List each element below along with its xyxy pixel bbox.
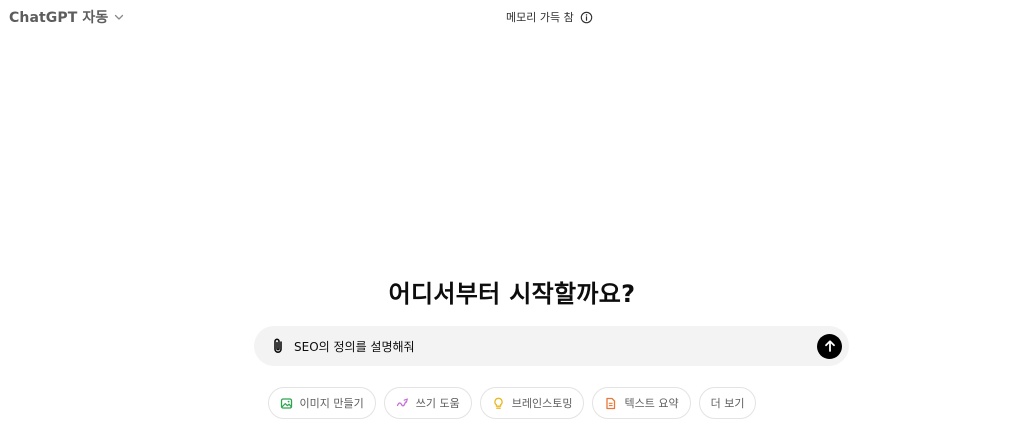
send-button[interactable] xyxy=(817,333,842,359)
lightbulb-icon xyxy=(492,397,505,410)
info-icon[interactable] xyxy=(580,11,593,24)
arrow-up-icon xyxy=(824,340,835,352)
suggestion-more[interactable]: 더 보기 xyxy=(698,387,757,419)
attach-button[interactable] xyxy=(267,335,289,357)
model-name: ChatGPT 자동 xyxy=(9,10,109,26)
page-title: 어디서부터 시작할까요? xyxy=(388,280,636,308)
suggestion-summarize-text[interactable]: 텍스트 요약 xyxy=(592,387,691,419)
suggestion-label: 텍스트 요약 xyxy=(624,397,679,410)
suggestion-help-write[interactable]: 쓰기 도움 xyxy=(383,387,472,419)
composer xyxy=(254,326,849,366)
chevron-down-icon xyxy=(113,11,125,23)
memory-status: 메모리 가득 참 xyxy=(506,9,593,25)
suggestion-brainstorm[interactable]: 브레인스토밍 xyxy=(479,387,585,419)
suggestion-label: 더 보기 xyxy=(710,397,745,410)
document-icon xyxy=(604,397,617,410)
suggestion-label: 이미지 만들기 xyxy=(299,397,364,410)
memory-status-text: 메모리 가득 참 xyxy=(506,11,574,24)
suggestion-create-image[interactable]: 이미지 만들기 xyxy=(267,387,376,419)
suggestion-chips: 이미지 만들기 쓰기 도움 브레인스토밍 텍스트 요약 더 보기 xyxy=(0,387,1024,419)
prompt-input[interactable] xyxy=(294,336,817,356)
image-icon xyxy=(280,397,293,410)
suggestion-label: 브레인스토밍 xyxy=(511,397,573,410)
chat-home: ChatGPT 자동 메모리 가득 참 어디서부터 시작할까요? SEO의 정의… xyxy=(0,0,1024,447)
suggestion-label: 쓰기 도움 xyxy=(415,397,460,410)
paperclip-icon xyxy=(274,338,282,353)
pen-icon xyxy=(396,397,409,410)
model-switcher[interactable]: ChatGPT 자동 xyxy=(9,7,125,27)
